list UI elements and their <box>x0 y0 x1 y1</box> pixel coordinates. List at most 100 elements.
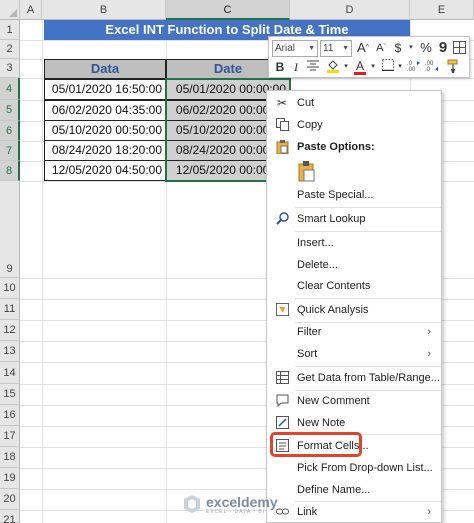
decrease-decimal-button[interactable]: .00.0 <box>425 59 439 75</box>
borders-button[interactable] <box>381 59 395 75</box>
menu-item-clear-contents-label: Clear Contents <box>297 280 371 292</box>
menu-item-new-note-label: New Note <box>297 417 346 429</box>
menu-item-insert[interactable]: Insert... <box>267 232 441 254</box>
increase-decimal-button[interactable]: .0.00 <box>407 59 421 76</box>
chevron-right-icon: › <box>427 326 431 338</box>
menu-item-cut[interactable]: ✂ Cut <box>267 92 441 114</box>
menu-item-sort-label: Sort <box>297 348 318 360</box>
menu-item-new-comment-label: New Comment <box>297 395 370 407</box>
row-header-3[interactable]: 3 <box>0 59 20 78</box>
menu-item-link[interactable]: Link › <box>267 501 441 523</box>
menu-item-filter[interactable]: Filter › <box>267 321 441 343</box>
menu-item-copy[interactable]: Copy <box>267 114 441 136</box>
font-color-icon: A <box>355 59 364 73</box>
row-header-4[interactable]: 4 <box>0 78 20 100</box>
menu-item-get-data[interactable]: Get Data from Table/Range... <box>267 367 441 389</box>
menu-item-filter-label: Filter <box>297 326 322 338</box>
column-header-a[interactable]: A <box>20 0 42 20</box>
chevron-down-icon[interactable]: ▾ <box>342 59 350 75</box>
decrease-decimal-icon: .00.0 <box>425 61 438 73</box>
paste-button[interactable] <box>297 161 317 183</box>
menu-item-smart-lookup[interactable]: Smart Lookup <box>267 208 441 230</box>
menu-item-quick-analysis[interactable]: Quick Analysis <box>267 299 441 321</box>
increase-font-button[interactable]: A^ <box>356 40 370 56</box>
menu-item-define-name[interactable]: Define Name... <box>267 479 441 501</box>
chevron-down-icon[interactable]: ▾ <box>396 59 404 75</box>
chevron-down-icon: ▼ <box>342 45 349 52</box>
row-header-16[interactable]: 16 <box>0 405 20 426</box>
column-header-c[interactable]: C <box>166 0 290 20</box>
decrease-font-button[interactable]: Aˇ <box>374 40 388 56</box>
menu-item-pick-list-label: Pick From Drop-down List... <box>297 462 433 474</box>
fill-color-button[interactable] <box>325 59 341 77</box>
format-cells-icon <box>275 439 289 453</box>
italic-icon: I <box>294 60 298 74</box>
row-header-15[interactable]: 15 <box>0 384 20 405</box>
percent-style-button[interactable]: % <box>419 40 433 56</box>
align-center-button[interactable] <box>306 59 320 75</box>
italic-button[interactable]: I <box>291 59 301 75</box>
font-color-button[interactable]: A <box>353 58 367 75</box>
menu-item-new-comment[interactable]: New Comment <box>267 390 441 412</box>
row-header-2[interactable]: 2 <box>0 40 20 59</box>
select-all-corner[interactable] <box>0 0 20 20</box>
font-size-box[interactable]: 11 ▼ <box>320 40 352 57</box>
menu-item-pick-list[interactable]: Pick From Drop-down List... <box>267 457 441 479</box>
watermark-tagline: EXCEL · DATA · BI <box>206 509 266 515</box>
bold-button[interactable]: B <box>274 59 286 75</box>
table-header-data[interactable]: Data <box>44 59 166 79</box>
row-header-19[interactable]: 19 <box>0 468 20 489</box>
row-header-7[interactable]: 7 <box>0 141 20 161</box>
row-header-8[interactable]: 8 <box>0 161 20 181</box>
row-header-21[interactable]: 21 <box>0 510 20 523</box>
decrease-font-icon: A <box>376 42 384 54</box>
column-header-d[interactable]: D <box>290 0 410 20</box>
row-header-9[interactable]: 9 <box>0 181 20 278</box>
bold-icon: B <box>275 60 285 74</box>
format-painter-button[interactable] <box>445 59 461 77</box>
row-header-12[interactable]: 12 <box>0 320 20 341</box>
menu-item-clear-contents[interactable]: Clear Contents <box>267 275 441 297</box>
row-header-11[interactable]: 11 <box>0 299 20 320</box>
chevron-right-icon: › <box>427 348 431 360</box>
format-table-button[interactable] <box>452 41 466 58</box>
comma-style-button[interactable]: 9 <box>437 40 449 56</box>
menu-item-new-note[interactable]: New Note <box>267 412 441 434</box>
menu-item-insert-label: Insert... <box>297 237 334 249</box>
comment-icon <box>275 394 289 408</box>
data-cell[interactable]: 06/02/2020 04:35:00 <box>44 100 166 121</box>
menu-item-delete[interactable]: Delete... <box>267 254 441 276</box>
data-cell[interactable]: 05/10/2020 00:50:00 <box>44 120 166 141</box>
scissors-icon: ✂ <box>276 96 288 110</box>
menu-item-get-data-label: Get Data from Table/Range... <box>297 372 440 384</box>
percent-icon: % <box>420 40 432 55</box>
row-header-5[interactable]: 5 <box>0 100 20 121</box>
borders-icon <box>382 59 394 72</box>
paste-options-label: Paste Options: <box>297 141 375 153</box>
row-header-10[interactable]: 10 <box>0 278 20 299</box>
column-header-e[interactable]: E <box>410 0 474 20</box>
data-cell[interactable]: 05/01/2020 16:50:00 <box>44 79 166 100</box>
menu-item-define-name-label: Define Name... <box>297 484 371 496</box>
chevron-down-icon[interactable]: ▾ <box>407 40 415 56</box>
menu-item-smart-lookup-label: Smart Lookup <box>297 213 366 225</box>
row-header-18[interactable]: 18 <box>0 447 20 468</box>
data-cell[interactable]: 08/24/2020 18:20:00 <box>44 140 166 161</box>
font-name-box[interactable]: Arial ▼ <box>272 40 318 57</box>
menu-item-format-cells[interactable]: Format Cells... <box>267 435 441 457</box>
quick-analysis-icon <box>275 303 289 317</box>
chevron-down-icon[interactable]: ▾ <box>369 59 377 75</box>
row-header-1[interactable]: 1 <box>0 20 20 40</box>
currency-icon: $ <box>394 41 402 55</box>
exceldemy-logo-icon <box>184 495 200 513</box>
row-header-20[interactable]: 20 <box>0 489 20 510</box>
column-header-b[interactable]: B <box>42 0 166 20</box>
menu-item-paste-special[interactable]: Paste Special... <box>267 184 441 206</box>
menu-item-sort[interactable]: Sort › <box>267 343 441 365</box>
row-header-6[interactable]: 6 <box>0 121 20 141</box>
row-header-13[interactable]: 13 <box>0 341 20 362</box>
row-header-14[interactable]: 14 <box>0 362 20 384</box>
currency-format-button[interactable]: $ <box>391 40 405 56</box>
data-cell[interactable]: 12/05/2020 04:50:00 <box>44 160 166 181</box>
row-header-17[interactable]: 17 <box>0 426 20 447</box>
